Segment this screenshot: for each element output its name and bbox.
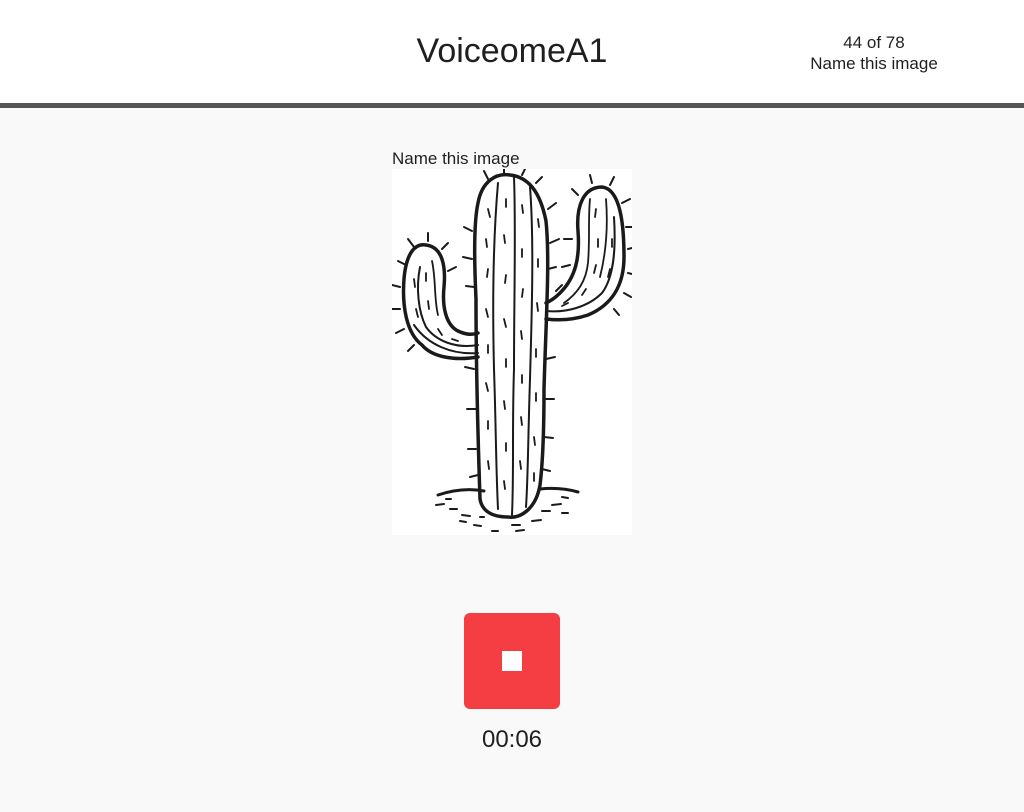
progress-count: 44 of 78 bbox=[843, 33, 905, 52]
stimulus-image bbox=[392, 169, 632, 535]
stop-recording-button[interactable] bbox=[464, 613, 560, 709]
cactus-illustration bbox=[392, 169, 632, 532]
task-name: Name this image bbox=[810, 54, 938, 73]
progress-info: 44 of 78 Name this image bbox=[790, 32, 958, 74]
recording-timer: 00:06 bbox=[481, 726, 543, 753]
task-area: Name this image 00:06 bbox=[0, 108, 1024, 812]
app-header: VoiceomeA1 44 of 78 Name this image bbox=[0, 0, 1024, 108]
prompt-label: Name this image bbox=[392, 149, 520, 168]
stop-icon bbox=[502, 651, 522, 671]
